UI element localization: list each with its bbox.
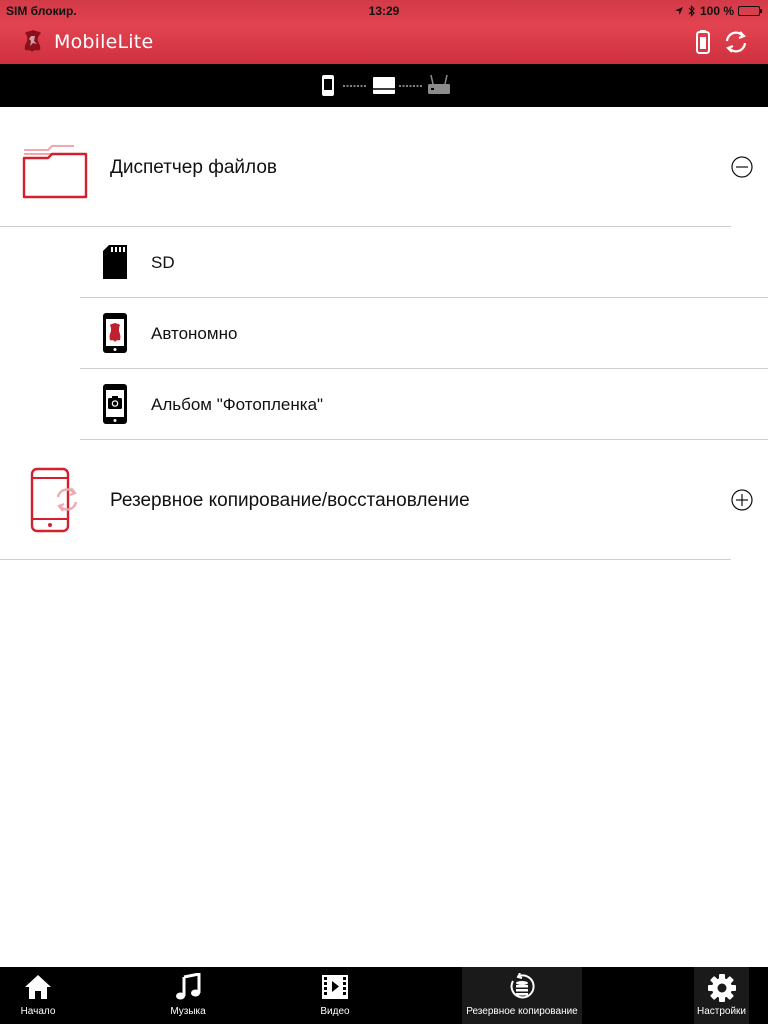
- refresh-icon[interactable]: [723, 29, 749, 55]
- app-header: SIM блокир. 13:29 100 % MobileLite: [0, 0, 768, 64]
- section-title: Диспетчер файлов: [110, 157, 277, 178]
- backup-icon: [510, 973, 535, 999]
- location-icon: [674, 7, 683, 15]
- tab-label: Музыка: [170, 1006, 206, 1017]
- connection-diagram: [322, 74, 450, 96]
- tab-label: Видео: [320, 1006, 350, 1017]
- battery-icon: [738, 6, 762, 16]
- folder-icon: [22, 145, 88, 199]
- tab-video[interactable]: Видео: [297, 967, 373, 1024]
- plus-circle-icon[interactable]: [731, 489, 753, 511]
- sd-card-icon: [103, 245, 127, 279]
- list-item-camera-roll[interactable]: Альбом "Фотопленка": [80, 369, 768, 439]
- tab-music[interactable]: Музыка: [150, 967, 226, 1024]
- list-item-standalone[interactable]: Автономно: [80, 298, 768, 368]
- tab-label: Резервное копирование: [466, 1006, 578, 1017]
- list-item-sd[interactable]: SD: [80, 227, 768, 297]
- app-title: MobileLite: [54, 31, 154, 53]
- tab-label: Настройки: [696, 1006, 747, 1017]
- list-item-label: Автономно: [151, 324, 238, 343]
- tab-label: Начало: [20, 1006, 56, 1017]
- divider: [0, 559, 731, 560]
- tab-home[interactable]: Начало: [0, 967, 76, 1024]
- bluetooth-icon: [688, 5, 695, 17]
- video-icon: [322, 975, 348, 999]
- list-item-label: Альбом "Фотопленка": [151, 395, 324, 414]
- gear-icon: [707, 974, 736, 1002]
- section-file-manager[interactable]: Диспетчер файлов: [0, 107, 768, 227]
- kingston-logo-icon: [24, 30, 41, 52]
- tab-bar: Начало Музыка Видео Резервное копировани…: [0, 967, 768, 1024]
- phone-camera-icon: [103, 384, 127, 424]
- connection-strip: [0, 64, 768, 107]
- device-status-icon[interactable]: [692, 29, 714, 55]
- tab-backup[interactable]: Резервное копирование: [462, 967, 582, 1024]
- phone-kingston-icon: [103, 313, 127, 353]
- music-icon: [176, 973, 201, 1000]
- status-time: 13:29: [368, 4, 400, 18]
- drive-connection-icon: [373, 77, 395, 94]
- section-title: Резервное копирование/восстановление: [110, 490, 470, 511]
- section-backup-restore[interactable]: Резервное копирование/восстановление: [0, 440, 768, 559]
- list-item-label: SD: [151, 253, 175, 272]
- minus-circle-icon[interactable]: [731, 156, 753, 178]
- phone-sync-icon: [30, 467, 78, 533]
- battery-percent: 100 %: [699, 4, 734, 18]
- tab-settings[interactable]: Настройки: [694, 967, 749, 1024]
- status-right: 100 %: [674, 4, 762, 18]
- router-connection-icon: [428, 74, 450, 94]
- tablet-connection-icon: [322, 75, 334, 96]
- home-icon: [25, 975, 51, 999]
